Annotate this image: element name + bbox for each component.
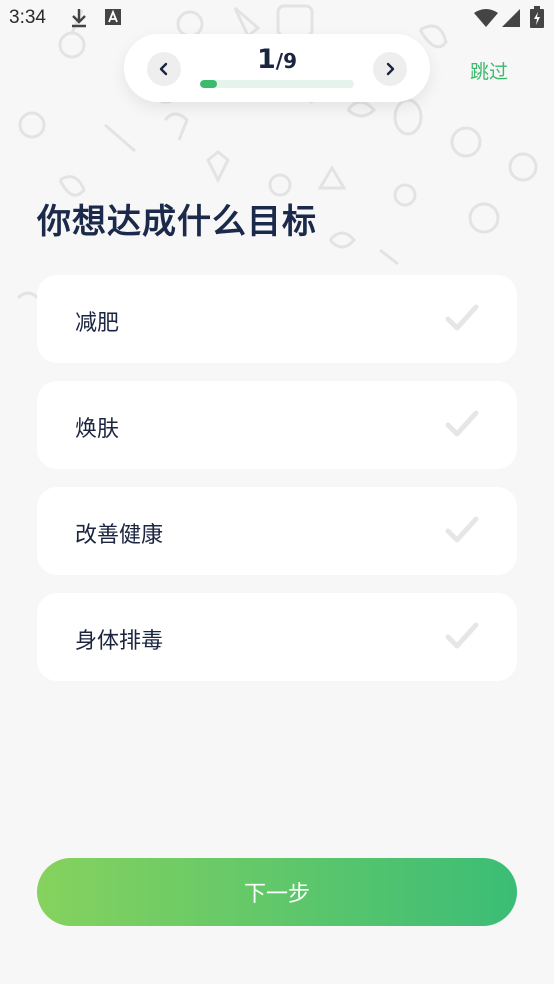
skip-button[interactable]: 跳过 [470,57,508,84]
check-icon [445,410,479,437]
progress-bar [200,80,354,88]
check-icon [445,516,479,543]
battery-icon [530,6,544,28]
next-step-arrow-button[interactable] [373,52,407,86]
text-a-icon [105,9,121,25]
page-title: 你想达成什么目标 [37,202,317,242]
next-button[interactable]: 下一步 [37,858,517,926]
goal-option-label: 身体排毒 [75,629,164,654]
check-icon [445,304,479,331]
goal-option-skin-renewal[interactable]: 焕肤 [37,381,517,469]
goal-option-label: 改善健康 [75,523,164,548]
goal-option-improve-health[interactable]: 改善健康 [37,487,517,575]
wifi-icon [474,9,498,27]
status-time: 3:34 [9,7,46,28]
signal-icon [502,9,520,27]
check-icon [445,622,479,649]
progress-bar-fill [200,80,217,88]
chevron-right-icon [386,62,395,76]
step-total: 9 [283,49,298,73]
goal-option-label: 焕肤 [75,417,120,442]
goal-option-label: 减肥 [75,311,120,336]
download-icon [72,9,86,28]
goal-option-lose-weight[interactable]: 减肥 [37,275,517,363]
goal-option-detox[interactable]: 身体排毒 [37,593,517,681]
step-separator: / [275,49,284,73]
status-bar: 3:34 [0,0,554,36]
step-current: 1 [256,44,276,75]
goal-options-list: 减肥 焕肤 改善健康 身体排毒 [37,275,517,699]
progress-header: 1/9 [124,34,430,102]
